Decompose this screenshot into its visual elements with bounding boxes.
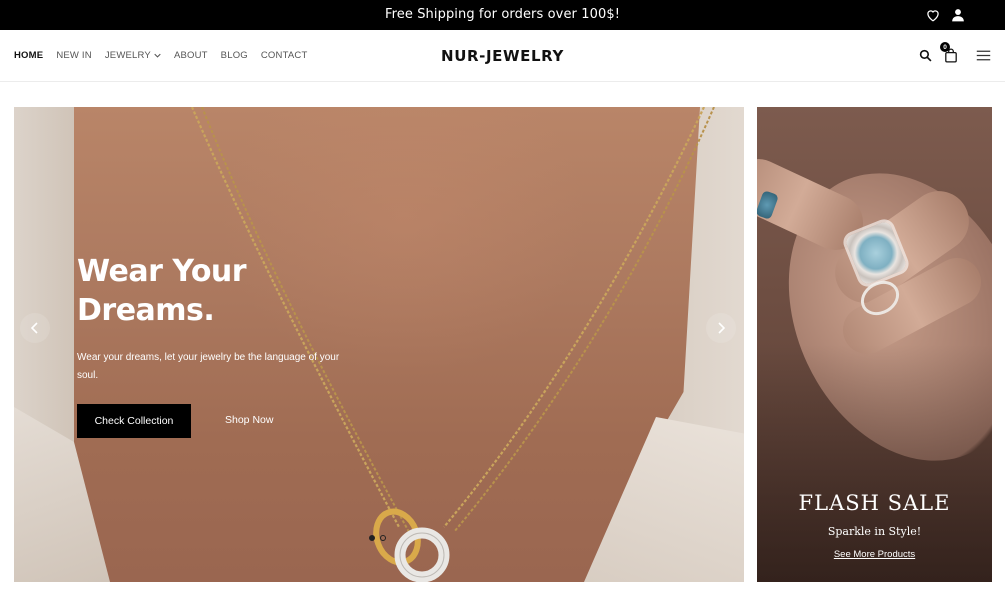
hero-slider: Wear Your Dreams. Wear your dreams, let … xyxy=(14,107,744,582)
flash-sale-title: FLASH SALE xyxy=(798,491,951,515)
search-icon[interactable] xyxy=(917,47,933,63)
slider-pagination xyxy=(369,535,386,541)
check-collection-button[interactable]: Check Collection xyxy=(77,404,191,438)
announcement-text: Free Shipping for orders over 100$! xyxy=(384,7,621,22)
hero-subtitle: Wear your dreams, let your jewelry be th… xyxy=(77,352,340,381)
bag-icon[interactable]: 0 xyxy=(940,42,959,63)
site-logo[interactable]: NUR-JEWELRY xyxy=(0,47,1005,65)
hero-title: Wear Your Dreams. xyxy=(77,252,337,330)
announcement-bar: Free Shipping for orders over 100$! xyxy=(0,0,1005,30)
next-slide-button[interactable] xyxy=(706,313,736,343)
necklace-illustration xyxy=(190,107,715,582)
header-icons: 0 xyxy=(917,42,991,63)
hero-title-line: Dreams. xyxy=(77,293,215,328)
slide-dot[interactable] xyxy=(369,535,375,541)
flash-sale-banner[interactable]: FLASH SALE Sparkle in Style! See More Pr… xyxy=(757,107,992,582)
site-header: HOME NEW IN JEWELRY ABOUT BLOG CONTACT N… xyxy=(0,30,1005,82)
user-icon[interactable] xyxy=(949,6,967,24)
slide-dot[interactable] xyxy=(380,535,386,541)
hero-title-line: Wear Your xyxy=(77,254,247,289)
flash-sale-subtitle: Sparkle in Style! xyxy=(827,525,922,538)
chevron-right-icon xyxy=(718,322,725,334)
cart-count-badge: 0 xyxy=(940,42,950,52)
heart-icon[interactable] xyxy=(924,6,942,24)
menu-icon[interactable] xyxy=(975,47,991,63)
prev-slide-button[interactable] xyxy=(20,313,50,343)
chevron-left-icon xyxy=(31,322,38,334)
see-more-products-link[interactable]: See More Products xyxy=(757,549,992,560)
shop-now-link[interactable]: Shop Now xyxy=(225,414,273,426)
